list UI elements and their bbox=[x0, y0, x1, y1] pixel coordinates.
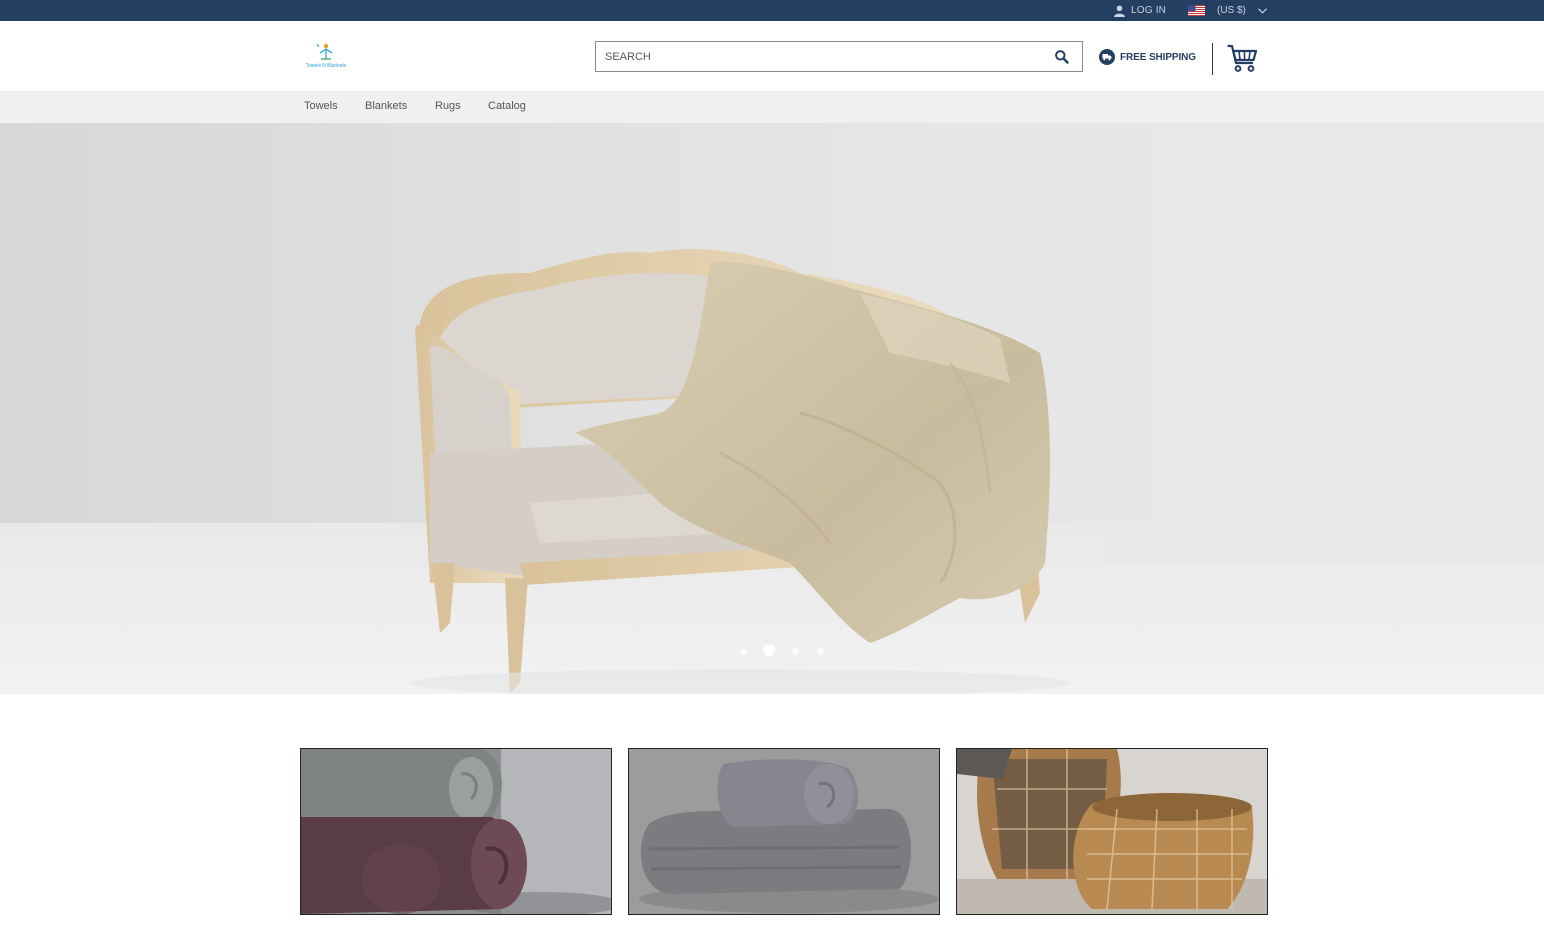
hero-slideshow[interactable] bbox=[0, 123, 1544, 694]
folded-blanket-image bbox=[629, 749, 939, 914]
header-divider bbox=[1212, 43, 1213, 75]
nav-item-blankets[interactable]: Blankets bbox=[365, 100, 407, 112]
currency-selector[interactable]: (US $) bbox=[1188, 0, 1267, 21]
slide-dot-2-active[interactable] bbox=[763, 644, 775, 656]
logo-mark-icon bbox=[316, 43, 333, 60]
rolled-towels-image bbox=[301, 749, 611, 914]
search-box bbox=[595, 41, 1083, 72]
slideshow-dots bbox=[0, 644, 1544, 660]
site-logo[interactable]: Towels N Blankets bbox=[303, 41, 349, 73]
login-label: LOG IN bbox=[1131, 5, 1167, 16]
search-input[interactable] bbox=[596, 42, 1036, 71]
cart-icon[interactable] bbox=[1226, 43, 1258, 73]
free-shipping-badge[interactable]: FREE SHIPPING bbox=[1099, 49, 1196, 65]
login-link[interactable]: LOG IN bbox=[1114, 0, 1166, 21]
category-tile-towels[interactable] bbox=[300, 748, 612, 915]
currency-label: (US $) bbox=[1217, 5, 1246, 16]
slide-dot-3[interactable] bbox=[792, 648, 799, 655]
chevron-down-icon bbox=[1257, 7, 1267, 14]
top-utility-bar: LOG IN (US $) bbox=[0, 0, 1544, 21]
search-icon[interactable] bbox=[1054, 49, 1070, 65]
truck-icon bbox=[1099, 49, 1115, 65]
main-nav: Towels Blankets Rugs Catalog bbox=[0, 91, 1544, 123]
nav-item-rugs[interactable]: Rugs bbox=[435, 100, 461, 112]
nav-item-catalog[interactable]: Catalog bbox=[488, 100, 526, 112]
us-flag-icon bbox=[1188, 5, 1205, 16]
slide-dot-1[interactable] bbox=[740, 648, 747, 655]
slide-dot-4[interactable] bbox=[817, 648, 824, 655]
hero-image-sofa-with-blanket bbox=[0, 123, 1544, 694]
nav-item-towels[interactable]: Towels bbox=[304, 100, 338, 112]
free-shipping-label: FREE SHIPPING bbox=[1120, 51, 1196, 63]
logo-text: Towels N Blankets bbox=[305, 63, 347, 69]
category-tile-baskets[interactable] bbox=[956, 748, 1268, 915]
woven-baskets-image bbox=[957, 749, 1267, 914]
site-header: Towels N Blankets FREE SHIPPING bbox=[0, 21, 1544, 91]
user-icon bbox=[1114, 5, 1125, 17]
category-tile-blankets[interactable] bbox=[628, 748, 940, 915]
